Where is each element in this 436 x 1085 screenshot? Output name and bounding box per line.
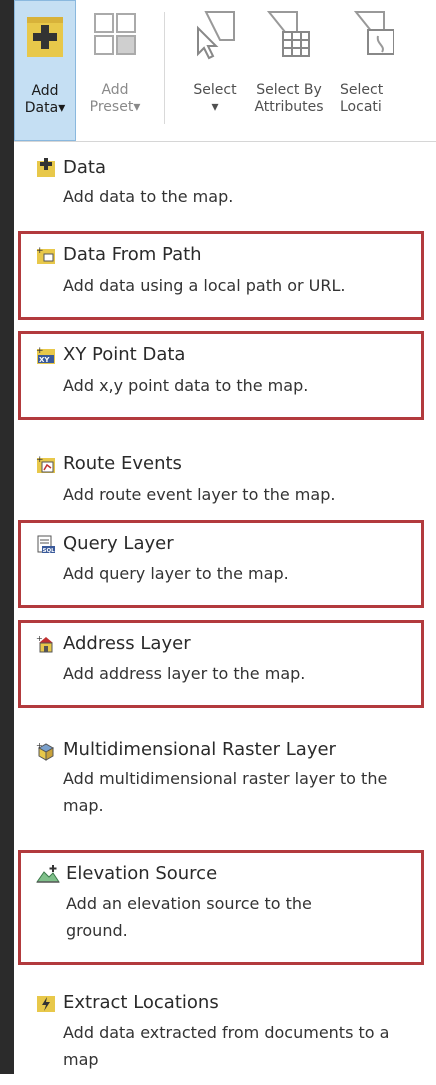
add-data-button[interactable]: Add Data▾ (14, 0, 76, 141)
select-by-attributes-button[interactable]: Select By Attributes (254, 0, 324, 141)
menu-item-title: Multidimensional Raster Layer (63, 739, 336, 760)
select-by-attributes-icon (266, 11, 310, 57)
menu-item-title: Query Layer (63, 533, 174, 554)
multidimensional-raster-icon: + (36, 741, 55, 761)
svg-text:SQL: SQL (43, 548, 56, 554)
menu-item-title: Data (63, 157, 106, 178)
menu-item-elevation-source[interactable]: Elevation Source Add an elevation source… (18, 850, 424, 965)
svg-text:+: + (36, 346, 44, 356)
menu-item-data[interactable]: Data Add data to the map. (18, 149, 424, 221)
elevation-source-icon (36, 865, 60, 883)
menu-item-description: Add address layer to the map. (63, 664, 306, 683)
select-button[interactable]: Select ▾ (184, 0, 246, 141)
add-data-icon (37, 158, 55, 177)
menu-item-address-layer[interactable]: + Address Layer Add address layer to the… (18, 620, 424, 708)
menu-item-xy-point-data[interactable]: + XY XY Point Data Add x,y point data to… (18, 331, 424, 420)
query-layer-icon: SQL (37, 535, 56, 554)
menu-item-description: Add data to the map. (63, 187, 234, 206)
add-preset-button[interactable]: Add Preset▾ (84, 0, 146, 141)
menu-item-description: Add route event layer to the map. (63, 485, 336, 504)
ribbon-toolbar: Add Data▾ Add Preset▾ Select ▾ Select By Att (14, 0, 436, 142)
menu-item-title: Elevation Source (66, 863, 218, 884)
menu-item-title: XY Point Data (63, 344, 186, 365)
svg-text:+: + (36, 741, 43, 750)
menu-item-description: Add multidimensional raster layer to the… (63, 769, 388, 815)
route-events-icon: + (36, 455, 55, 473)
select-by-location-button[interactable]: Select Locati (332, 0, 436, 141)
left-dark-strip (0, 0, 14, 1074)
svg-text:+: + (36, 246, 44, 256)
select-cursor-icon (197, 11, 235, 60)
address-layer-icon: + (36, 634, 53, 653)
menu-item-description: Add query layer to the map. (63, 564, 289, 583)
add-data-icon (27, 17, 63, 57)
menu-item-description: Add x,y point data to the map. (63, 376, 309, 395)
menu-item-title: Extract Locations (63, 992, 219, 1013)
menu-item-description: Add data extracted from documents to a m… (63, 1023, 390, 1069)
select-by-location-icon (354, 11, 394, 55)
menu-item-query-layer[interactable]: SQL Query Layer Add query layer to the m… (18, 520, 424, 608)
menu-item-data-from-path[interactable]: + Data From Path Add data using a local … (18, 231, 424, 320)
xy-point-data-icon: + XY (36, 346, 55, 364)
menu-item-title: Data From Path (63, 244, 202, 265)
menu-item-title: Route Events (63, 453, 182, 474)
svg-text:+: + (36, 634, 43, 643)
add-preset-icon (94, 13, 136, 55)
menu-item-extract-locations[interactable]: Extract Locations Add data extracted fro… (18, 985, 424, 1085)
menu-item-description: Add an elevation source to the ground. (66, 894, 312, 940)
svg-text:XY: XY (39, 356, 50, 364)
menu-item-route-events[interactable]: + Route Events Add route event layer to … (18, 446, 424, 518)
extract-locations-icon (37, 996, 55, 1012)
menu-item-title: Address Layer (63, 633, 191, 654)
data-from-path-icon: + (36, 246, 55, 264)
menu-item-description: Add data using a local path or URL. (63, 276, 346, 295)
ribbon-separator (164, 12, 165, 124)
menu-item-multidimensional-raster-layer[interactable]: + Multidimensional Raster Layer Add mult… (18, 731, 424, 831)
add-data-dropdown-caret[interactable]: ▾ (58, 100, 65, 116)
